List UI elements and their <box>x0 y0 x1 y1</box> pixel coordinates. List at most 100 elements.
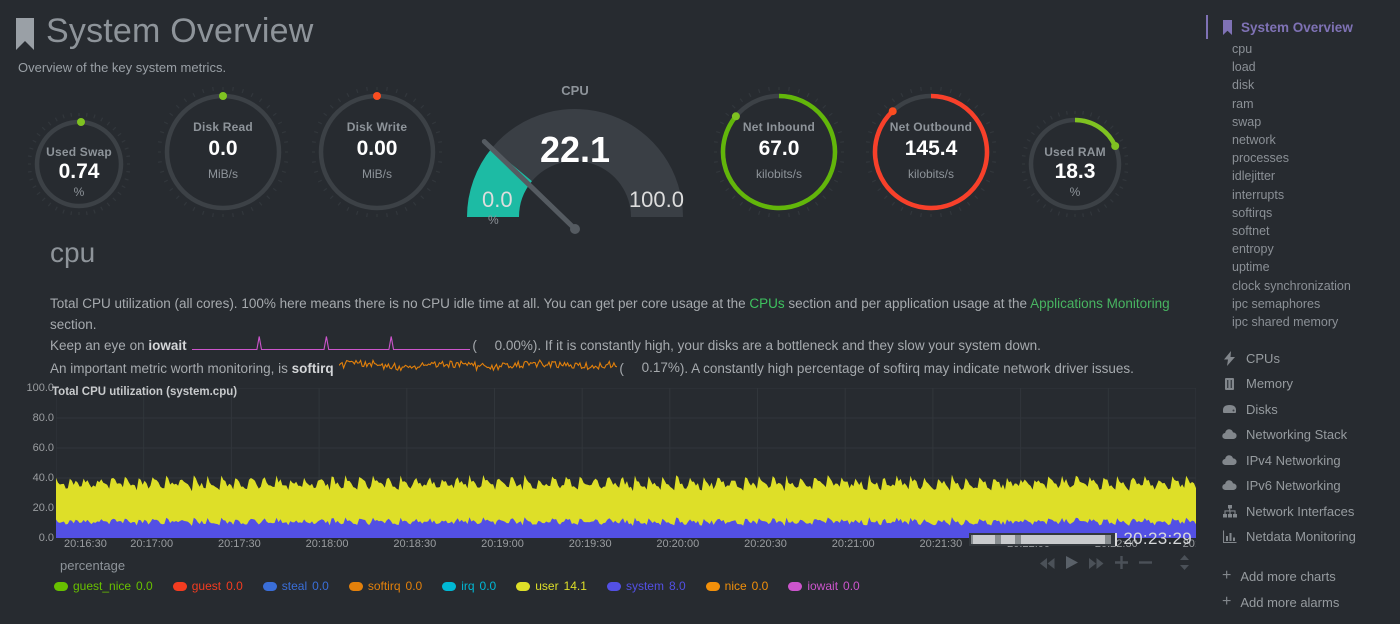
scrollbar-segment <box>973 534 996 544</box>
resize-icon[interactable] <box>1179 555 1190 575</box>
cpu-chart[interactable]: Total CPU utilization (system.cpu) 100.0… <box>0 382 1196 593</box>
sidebar-subitem-network[interactable]: network <box>1196 131 1400 149</box>
sidebar-subitem-cpu[interactable]: cpu <box>1196 40 1400 58</box>
gauge-net-outbound[interactable]: Net Outbound 145.4 kilobits/s <box>866 87 996 227</box>
sidebar-add-more-charts[interactable]: + Add more charts <box>1196 563 1400 589</box>
sidebar-section-list[interactable]: CPUs Memory Disks Networking Stack IPv4 … <box>1196 345 1400 549</box>
gauge-value: 22.1 <box>539 129 611 170</box>
gauge-units: kilobits/s <box>755 167 802 181</box>
gauge-value: 0.00 <box>356 137 398 160</box>
page-title: System Overview <box>46 12 314 50</box>
legend-value: 0.0 <box>312 579 329 593</box>
gauge-net-inbound[interactable]: Net Inbound 67.0 kilobits/s <box>714 87 844 227</box>
legend-item-steal[interactable]: steal 0.0 <box>262 579 329 593</box>
legend-value: 0.0 <box>843 579 860 593</box>
sidebar-item-system-overview[interactable]: System Overview <box>1196 14 1400 40</box>
sidebar-subitem-uptime[interactable]: uptime <box>1196 258 1400 276</box>
sidebar-subitem-ipc-semaphores[interactable]: ipc semaphores <box>1196 295 1400 313</box>
right-sidebar[interactable]: System Overview cpu load disk ram swap networ… <box>1196 0 1400 624</box>
legend-color-swatch <box>54 581 68 591</box>
gauge-used-swap[interactable]: Used Swap 0.74 % <box>28 113 130 225</box>
chart-icon <box>1222 529 1237 544</box>
sidebar-item-network-interfaces[interactable]: Network Interfaces <box>1196 498 1400 524</box>
chart-scroll-row[interactable]: 20:23:29 <box>969 529 1192 549</box>
sidebar-add-list[interactable]: + Add more charts + Add more alarms <box>1196 563 1400 615</box>
legend-item-irq[interactable]: irq 0.0 <box>442 579 496 593</box>
legend-item-guest_nice[interactable]: guest_nice 0.0 <box>54 579 153 593</box>
gauge-disk-write[interactable]: Disk Write 0.00 MiB/s <box>312 87 442 227</box>
plus-icon: + <box>1222 567 1232 585</box>
zoom-in-icon[interactable] <box>1115 556 1128 574</box>
sidebar-subitem-idlejitter[interactable]: idlejitter <box>1196 167 1400 185</box>
play-icon[interactable] <box>1066 556 1078 574</box>
desc-text-3: section. <box>50 316 97 332</box>
chart-legend[interactable]: guest_nice 0.0 guest 0.0 steal 0.0 softi… <box>54 579 1196 593</box>
sidebar-subitem-entropy[interactable]: entropy <box>1196 240 1400 258</box>
legend-item-nice[interactable]: nice 0.0 <box>705 579 769 593</box>
sidebar-item-netdata-monitoring[interactable]: Netdata Monitoring <box>1196 524 1400 550</box>
gauge-cpu[interactable]: CPU 22.1 0.0 100.0 % <box>460 83 690 239</box>
cpus-link[interactable]: CPUs <box>749 296 784 311</box>
sidebar-item-memory[interactable]: Memory <box>1196 371 1400 397</box>
sidebar-subitem-ipc-shared-memory[interactable]: ipc shared memory <box>1196 313 1400 331</box>
sidebar-add-more-alarms[interactable]: + Add more alarms <box>1196 589 1400 615</box>
zoom-out-icon[interactable] <box>1139 556 1152 574</box>
sidebar-subitem-disk[interactable]: disk <box>1196 76 1400 94</box>
x-tick-label: 20:20:30 <box>744 538 787 550</box>
sidebar-item-cpus[interactable]: CPUs <box>1196 345 1400 371</box>
gauge-value: 145.4 <box>904 137 958 160</box>
page-header: System Overview Overview of the key syst… <box>0 0 1196 75</box>
legend-item-guest[interactable]: guest 0.0 <box>172 579 243 593</box>
legend-color-swatch <box>262 581 277 591</box>
applications-monitoring-link[interactable]: Applications Monitoring <box>1030 296 1170 311</box>
hdd-icon <box>1222 402 1237 417</box>
sidebar-subitem-ram[interactable]: ram <box>1196 95 1400 113</box>
gauge-used-ram[interactable]: Used RAM 18.3 % <box>1022 111 1128 227</box>
cloud-icon <box>1222 427 1237 442</box>
bookmark-icon <box>14 18 36 50</box>
sidebar-subitem-softnet[interactable]: softnet <box>1196 222 1400 240</box>
sidebar-item-ipv4-networking[interactable]: IPv4 Networking <box>1196 447 1400 473</box>
sidebar-subitem-load[interactable]: load <box>1196 58 1400 76</box>
legend-item-user[interactable]: user 14.1 <box>516 579 587 593</box>
sidebar-subitem-clock-synchronization[interactable]: clock synchronization <box>1196 277 1400 295</box>
gauge-value: 67.0 <box>758 137 800 160</box>
sidebar-item-disks[interactable]: Disks <box>1196 396 1400 422</box>
chart-canvas[interactable] <box>56 388 1196 538</box>
legend-label: softirq <box>367 579 401 593</box>
section-description: Total CPU utilization (all cores). 100% … <box>50 294 1180 380</box>
x-tick-label: 20:19:30 <box>568 538 612 550</box>
legend-value: 0.0 <box>751 579 769 593</box>
legend-label: guest_nice <box>73 579 132 593</box>
backward-icon[interactable] <box>1040 556 1055 574</box>
legend-color-swatch <box>788 581 803 591</box>
legend-value: 0.0 <box>479 579 497 593</box>
y-tick-label: 80.0 <box>32 412 54 424</box>
sidebar-subitem-interrupts[interactable]: interrupts <box>1196 186 1400 204</box>
sidebar-item-ipv6-networking[interactable]: IPv6 Networking <box>1196 473 1400 499</box>
sidebar-item-networking-stack[interactable]: Networking Stack <box>1196 422 1400 448</box>
legend-label: steal <box>281 579 308 593</box>
bolt-icon <box>1222 350 1237 366</box>
sidebar-item-label: Memory <box>1246 376 1293 391</box>
sidebar-subitem-softirqs[interactable]: softirqs <box>1196 204 1400 222</box>
y-tick-label: 40.0 <box>32 472 54 484</box>
legend-label: irq <box>461 579 475 593</box>
sidebar-subitem-processes[interactable]: processes <box>1196 149 1400 167</box>
legend-item-softirq[interactable]: softirq 0.0 <box>348 579 422 593</box>
chart-scrollbar[interactable] <box>969 532 1118 546</box>
x-tick-label: 20:18:00 <box>305 538 349 550</box>
chart-playback-controls[interactable] <box>1040 555 1190 575</box>
y-tick-label: 100.0 <box>26 382 54 394</box>
legend-item-iowait[interactable]: iowait 0.0 <box>788 579 860 593</box>
gauge-disk-read[interactable]: Disk Read 0.0 MiB/s <box>158 87 288 227</box>
forward-icon[interactable] <box>1089 556 1104 574</box>
softirq-value: 0.17% <box>641 360 680 376</box>
sidebar-sub-list[interactable]: cpu load disk ram swap network processes idleji… <box>1196 40 1400 331</box>
x-tick-label: 20:17:00 <box>130 538 174 550</box>
legend-item-system[interactable]: system 8.0 <box>606 579 686 593</box>
page-title-row: System Overview <box>14 10 1196 52</box>
chart-plot-area[interactable]: 100.0 80.0 60.0 40.0 20.0 0.0 <box>8 382 1196 544</box>
sidebar-subitem-swap[interactable]: swap <box>1196 113 1400 131</box>
sidebar-item-label: IPv4 Networking <box>1246 452 1341 468</box>
